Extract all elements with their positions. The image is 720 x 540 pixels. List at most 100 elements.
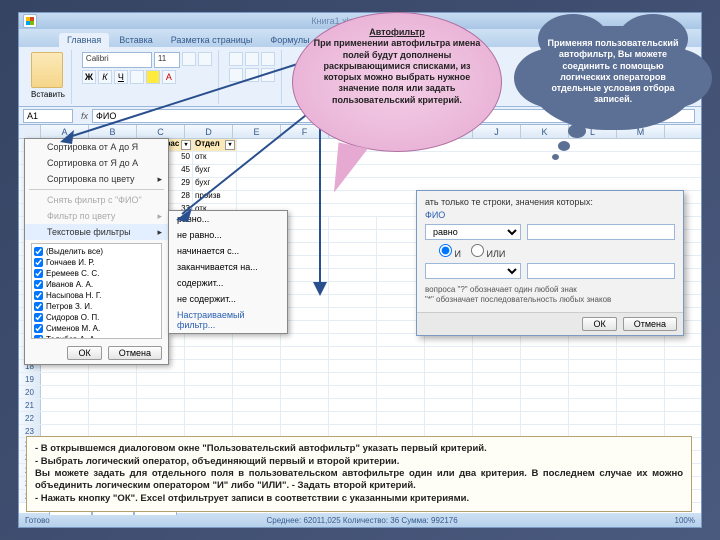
align-top-icon[interactable] xyxy=(229,52,243,66)
cell[interactable] xyxy=(329,295,377,307)
paste-button[interactable] xyxy=(31,52,63,88)
criteria1-op[interactable]: равно xyxy=(425,224,521,240)
align-mid-icon[interactable] xyxy=(245,52,259,66)
col-A[interactable]: A xyxy=(41,125,89,138)
cell[interactable] xyxy=(569,360,617,372)
cell[interactable] xyxy=(329,347,377,359)
cell[interactable] xyxy=(329,373,377,385)
cell[interactable] xyxy=(473,334,521,346)
cell[interactable] xyxy=(233,360,281,372)
underline-icon[interactable]: Ч xyxy=(114,70,128,84)
font-size[interactable]: 11 xyxy=(154,52,180,68)
cell[interactable] xyxy=(233,334,281,346)
chk-select-all[interactable]: (Выделить все) xyxy=(34,246,159,257)
tab-insert[interactable]: Вставка xyxy=(111,33,160,47)
office-logo-icon[interactable] xyxy=(23,14,37,28)
cell[interactable] xyxy=(377,386,425,398)
cell[interactable] xyxy=(185,360,233,372)
empty-row[interactable]: 21 xyxy=(19,399,701,412)
cell[interactable] xyxy=(281,256,329,268)
dlg-ok-button[interactable]: ОК xyxy=(582,317,616,331)
cell[interactable] xyxy=(233,399,281,411)
cell[interactable] xyxy=(377,347,425,359)
cell[interactable] xyxy=(425,334,473,346)
cell[interactable] xyxy=(329,321,377,333)
row-hdr[interactable]: 22 xyxy=(19,412,41,424)
cell[interactable] xyxy=(41,386,89,398)
row-hdr[interactable]: 23 xyxy=(19,425,41,437)
cell[interactable] xyxy=(521,373,569,385)
cell[interactable] xyxy=(521,334,569,346)
fill-color-icon[interactable] xyxy=(146,70,160,84)
empty-row[interactable]: 22 xyxy=(19,412,701,425)
cell[interactable] xyxy=(521,386,569,398)
cell[interactable] xyxy=(329,360,377,372)
cell[interactable] xyxy=(377,425,425,437)
chevron-down-icon[interactable]: ▾ xyxy=(225,140,235,150)
cell[interactable] xyxy=(281,295,329,307)
radio-or[interactable]: ИЛИ xyxy=(471,244,505,259)
cell[interactable] xyxy=(329,334,377,346)
cell[interactable] xyxy=(329,243,377,255)
cell[interactable] xyxy=(281,217,329,229)
shrink-font-icon[interactable] xyxy=(198,52,212,66)
tab-home[interactable]: Главная xyxy=(59,33,109,47)
cell[interactable] xyxy=(281,373,329,385)
cell[interactable] xyxy=(569,373,617,385)
sort-za[interactable]: Сортировка от Я до А xyxy=(25,155,168,171)
cell[interactable] xyxy=(521,425,569,437)
cell[interactable] xyxy=(281,269,329,281)
align-right-icon[interactable] xyxy=(261,68,275,82)
row-hdr[interactable]: 19 xyxy=(19,373,41,385)
cell[interactable] xyxy=(617,412,665,424)
cell[interactable] xyxy=(281,360,329,372)
cell[interactable] xyxy=(569,412,617,424)
cell[interactable] xyxy=(137,412,185,424)
cell[interactable] xyxy=(473,373,521,385)
cell[interactable] xyxy=(281,308,329,320)
cell[interactable] xyxy=(185,386,233,398)
cell[interactable] xyxy=(569,386,617,398)
chk-name[interactable]: Сидоров О. П. xyxy=(34,312,159,323)
filter-checklist[interactable]: (Выделить все) Гончаев И. Р.Еремеев С. С… xyxy=(31,243,162,339)
empty-row[interactable]: 20 xyxy=(19,386,701,399)
empty-row[interactable]: 19 xyxy=(19,373,701,386)
cell[interactable] xyxy=(281,230,329,242)
cell[interactable] xyxy=(569,334,617,346)
cell[interactable] xyxy=(233,386,281,398)
cell[interactable] xyxy=(185,412,233,424)
align-center-icon[interactable] xyxy=(245,68,259,82)
cell[interactable] xyxy=(185,373,233,385)
cell[interactable] xyxy=(329,425,377,437)
cell[interactable] xyxy=(521,412,569,424)
chk-name[interactable]: Петров З. И. xyxy=(34,301,159,312)
chk-name[interactable]: Гончаев И. Р. xyxy=(34,257,159,268)
cell[interactable] xyxy=(329,230,377,242)
cell[interactable] xyxy=(617,399,665,411)
cell[interactable] xyxy=(617,347,665,359)
chk-name[interactable]: Талибов А. А. xyxy=(34,334,159,339)
filter-dept[interactable]: Отдел▾ xyxy=(193,139,237,151)
cell[interactable] xyxy=(281,347,329,359)
cell[interactable] xyxy=(473,425,521,437)
chevron-down-icon[interactable]: ▾ xyxy=(181,140,191,150)
cell[interactable] xyxy=(425,412,473,424)
cell[interactable] xyxy=(329,256,377,268)
cell[interactable] xyxy=(89,425,137,437)
cell[interactable] xyxy=(281,321,329,333)
cell[interactable] xyxy=(377,360,425,372)
criteria2-op[interactable] xyxy=(425,263,521,279)
zoom-level[interactable]: 100% xyxy=(675,516,695,525)
cell[interactable] xyxy=(89,373,137,385)
cell[interactable] xyxy=(329,412,377,424)
cell[interactable] xyxy=(377,334,425,346)
cell[interactable] xyxy=(425,347,473,359)
select-all-corner[interactable] xyxy=(19,125,41,138)
chk-name[interactable]: Сименов М. А. xyxy=(34,323,159,334)
row-hdr[interactable]: 21 xyxy=(19,399,41,411)
cell[interactable] xyxy=(473,386,521,398)
sort-by-color[interactable]: Сортировка по цвету xyxy=(25,171,168,187)
cell[interactable] xyxy=(137,373,185,385)
cell[interactable] xyxy=(521,347,569,359)
cell[interactable] xyxy=(617,386,665,398)
